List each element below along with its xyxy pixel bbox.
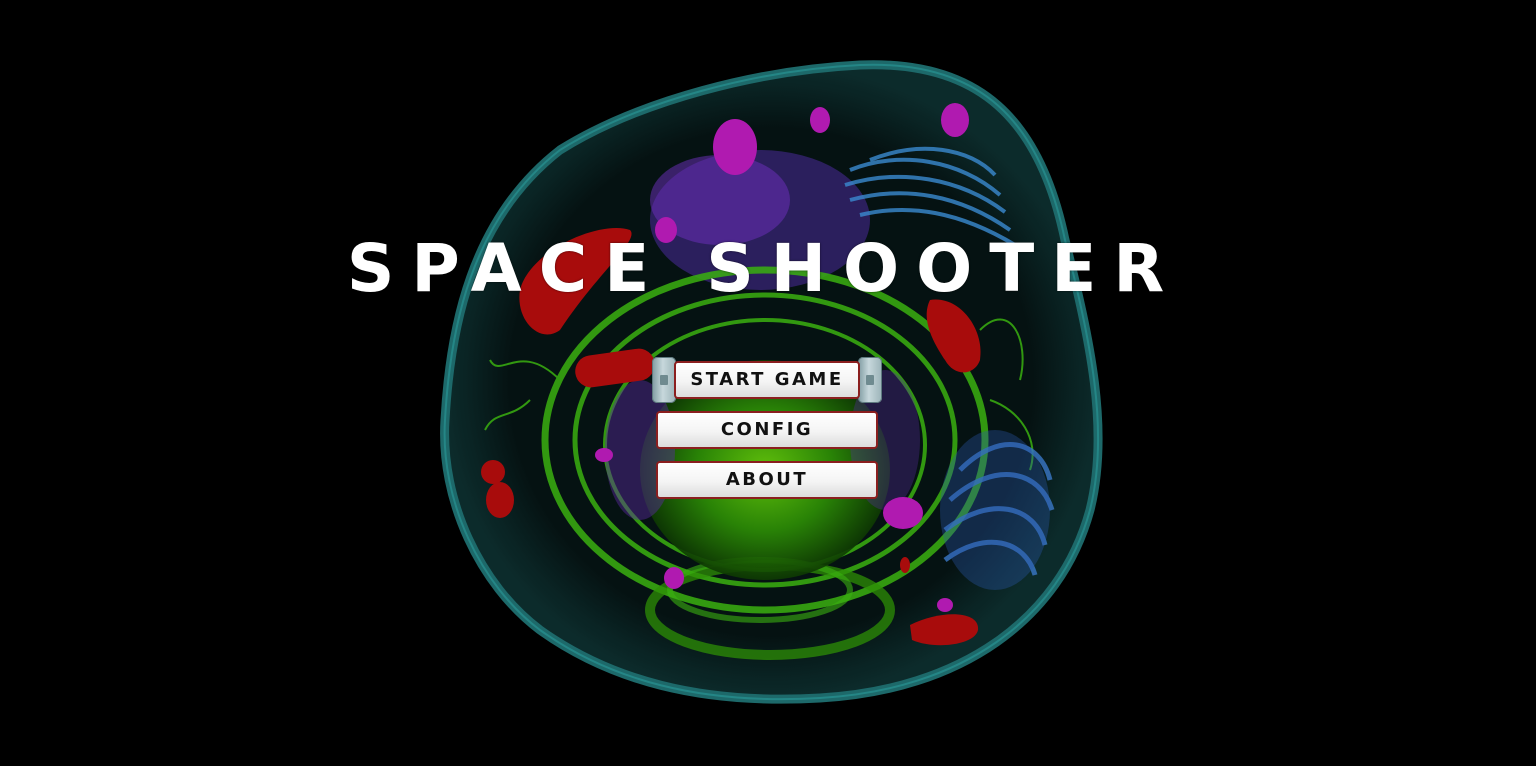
- selection-cap-left: [652, 357, 676, 403]
- selection-cap-right: [858, 357, 882, 403]
- config-button[interactable]: CONFIG: [656, 411, 878, 449]
- game-screen: SPACE SHOOTER START GAME CONFIG ABOUT: [0, 0, 1536, 766]
- start-game-button[interactable]: START GAME: [674, 361, 860, 399]
- about-button[interactable]: ABOUT: [656, 461, 878, 499]
- game-title: SPACE SHOOTER: [346, 230, 1182, 307]
